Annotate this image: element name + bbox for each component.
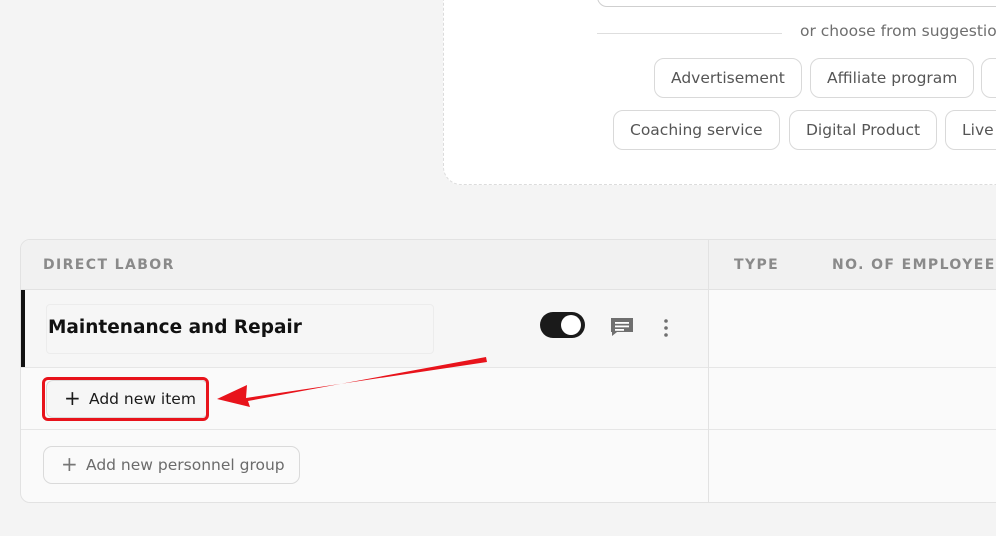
chip-partial[interactable] [981,58,996,98]
header-type: TYPE [734,257,780,273]
add-personnel-group-label: Add new personnel group [86,456,285,474]
row-divider [21,429,996,430]
toggle-knob [561,315,581,335]
chip-advertisement[interactable]: Advertisement [654,58,802,98]
row-divider [21,367,996,368]
group-accent-bar [21,290,25,367]
comment-icon[interactable] [609,316,635,338]
category-input[interactable] [597,0,996,7]
header-employees: NO. OF EMPLOYEE [832,257,996,273]
chip-live[interactable]: Live [945,110,996,150]
add-personnel-group-button[interactable]: + Add new personnel group [43,446,300,484]
chip-affiliate-program[interactable]: Affiliate program [810,58,975,98]
direct-labor-table: DIRECT LABOR TYPE NO. OF EMPLOYEE Mainte… [20,239,996,503]
personnel-group-row: Maintenance and Repair [21,290,708,367]
suggestions-label: or choose from suggestions [800,22,996,40]
group-name: Maintenance and Repair [48,317,302,338]
chip-digital-product[interactable]: Digital Product [789,110,938,150]
more-vertical-icon[interactable] [660,318,672,338]
divider-line [597,33,782,34]
table-header: DIRECT LABOR TYPE NO. OF EMPLOYEE [21,240,996,290]
chip-coaching-service[interactable]: Coaching service [613,110,780,150]
column-divider [708,240,709,502]
group-toggle[interactable] [540,312,585,338]
plus-icon: + [61,452,78,476]
header-direct-labor: DIRECT LABOR [43,257,175,273]
annotation-highlight-box [42,377,209,421]
